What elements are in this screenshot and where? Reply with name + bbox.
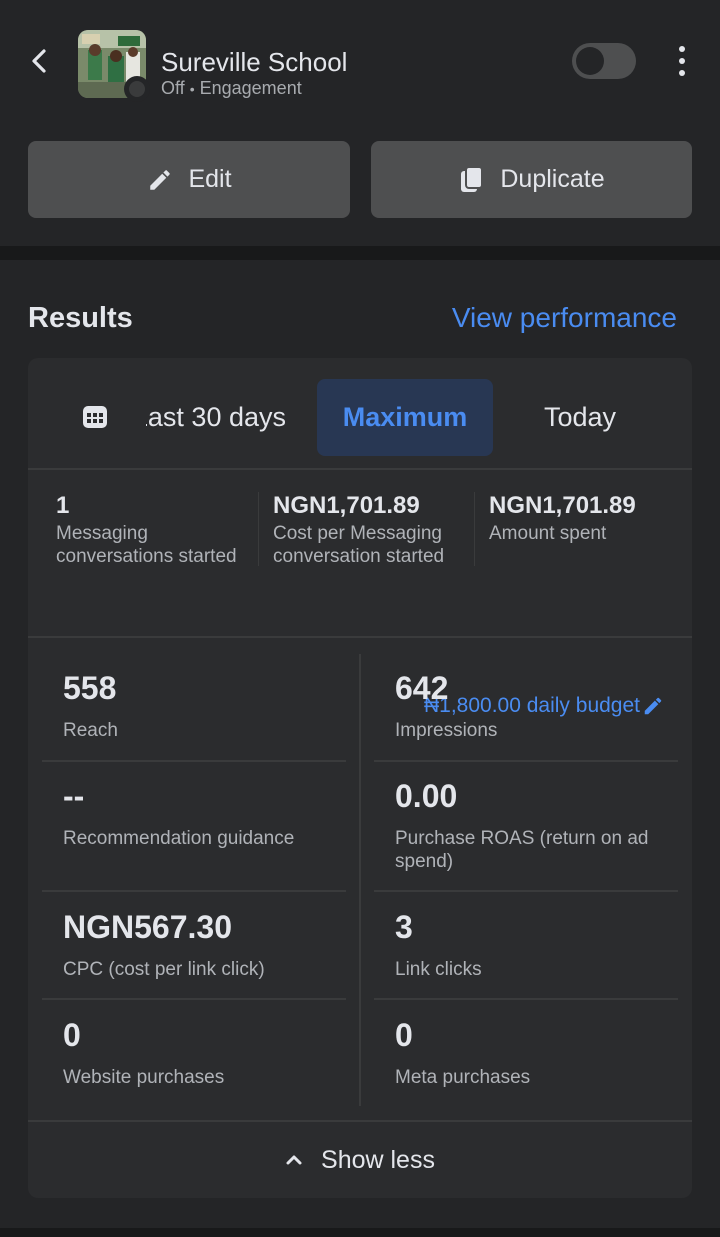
date-range-tabs: Last 30 days Maximum Today [28,358,692,470]
tab-last-30-days[interactable]: Last 30 days [146,402,286,433]
campaign-toggle[interactable] [572,43,636,79]
metric-label: Link clicks [395,959,482,980]
row-divider [42,890,346,892]
metric-value: 0 [395,1017,413,1053]
duplicate-label: Duplicate [500,165,605,193]
metric-link-clicks: 3 Link clicks [395,909,675,981]
metric-label: Reach [63,720,118,741]
summary-value: 1 [56,492,70,519]
bottom-divider [0,1228,720,1237]
metrics-grid: 558 Reach 642 Impressions -- Recommendat… [28,640,692,1120]
metric-label: Meta purchases [395,1067,531,1088]
row-divider [374,760,678,762]
more-dot-icon [679,70,685,76]
summary-label: Cost per Messaging conversation started [273,523,445,567]
metric-value: 0.00 [395,778,458,814]
more-dot-icon [679,58,685,64]
metric-value: 558 [63,670,117,706]
metric-reach: 558 Reach [63,670,343,742]
show-less-label: Show less [321,1145,435,1174]
status-dot [124,76,150,102]
summary-item: NGN1,701.89 Amount spent [489,492,679,545]
summary-divider [258,492,259,566]
metric-label: Purchase ROAS (return on ad spend) [395,828,649,872]
calendar-icon[interactable] [80,402,110,432]
metric-cpc: NGN567.30 CPC (cost per link click) [63,909,343,981]
section-divider [0,246,720,260]
edit-button[interactable]: Edit [28,141,350,218]
tab-maximum[interactable]: Maximum [317,379,493,456]
results-summary: 1 Messaging conversations started NGN1,7… [28,470,692,717]
metric-value: NGN567.30 [63,909,232,945]
metric-value: -- [63,778,85,814]
campaign-objective: Engagement [199,78,302,98]
back-button[interactable] [22,44,56,78]
campaign-subtitle: Off • Engagement [161,78,302,99]
more-options-button[interactable] [668,44,696,78]
row-divider [42,760,346,762]
summary-label: Amount spent [489,523,607,544]
summary-label: Messaging conversations started [56,523,237,567]
pencil-icon [146,166,174,194]
chevron-up-icon [286,1155,302,1165]
duplicate-button[interactable]: Duplicate [371,141,692,218]
campaign-name: Sureville School [161,47,348,77]
metric-label: Website purchases [63,1067,225,1088]
summary-divider [474,492,475,566]
summary-item: NGN1,701.89 Cost per Messaging conversat… [273,492,463,568]
metric-label: Impressions [395,720,498,741]
summary-value: NGN1,701.89 [273,492,420,519]
campaign-status: Off [161,78,185,98]
metric-value: 0 [63,1017,81,1053]
results-card: Last 30 days Maximum Today 1 Messaging c… [28,358,692,1198]
row-divider [374,998,678,1000]
summary-value: NGN1,701.89 [489,492,636,519]
metric-value: 642 [395,670,449,706]
metric-purchase-roas: 0.00 Purchase ROAS (return on ad spend) [395,778,675,873]
metric-value: 3 [395,909,413,945]
grid-divider [359,654,361,1106]
row-divider [42,998,346,1000]
view-performance-link[interactable]: View performance [452,302,677,334]
results-title: Results [28,302,133,334]
separator: • [189,81,195,97]
row-divider [374,890,678,892]
edit-label: Edit [188,165,232,193]
chevron-left-icon [32,49,46,73]
copy-icon [458,165,486,194]
more-dot-icon [679,46,685,52]
metric-label: CPC (cost per link click) [63,959,265,980]
metric-recommendation: -- Recommendation guidance [63,778,343,850]
show-less-button[interactable]: Show less [28,1120,692,1198]
summary-item: 1 Messaging conversations started [56,492,256,568]
tab-today[interactable]: Today [544,402,616,433]
metric-website-purchases: 0 Website purchases [63,1017,343,1089]
metric-impressions: 642 Impressions [395,670,675,742]
metric-label: Recommendation guidance [63,828,295,849]
metric-meta-purchases: 0 Meta purchases [395,1017,675,1089]
